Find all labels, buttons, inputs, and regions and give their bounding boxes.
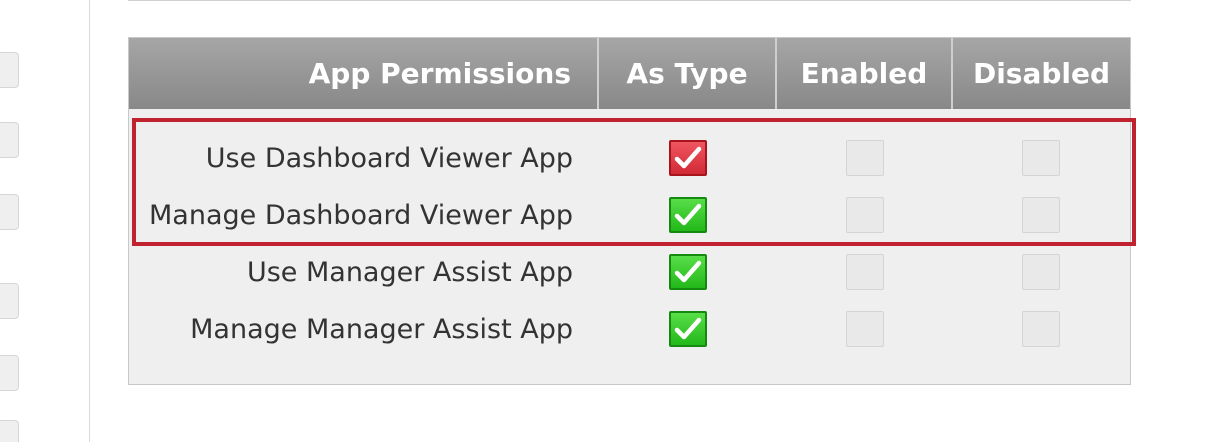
table-row: Use Dashboard Viewer App (129, 129, 1130, 187)
enabled-checkbox[interactable] (846, 311, 884, 347)
enabled-checkbox[interactable] (846, 197, 884, 233)
enabled-checkbox[interactable] (846, 254, 884, 290)
app-permissions-table: App Permissions As Type Enabled Disabled… (128, 37, 1131, 385)
disabled-checkbox[interactable] (1022, 197, 1060, 233)
permission-label: Use Dashboard Viewer App (205, 142, 573, 174)
as-type-checkbox[interactable] (669, 311, 707, 347)
disabled-checkbox[interactable] (1022, 254, 1060, 290)
as-type-checkbox[interactable] (669, 254, 707, 290)
enabled-checkbox[interactable] (846, 140, 884, 176)
disabled-checkbox[interactable] (1022, 311, 1060, 347)
table-row: Manage Manager Assist App (129, 300, 1130, 358)
left-panel-control[interactable] (0, 420, 19, 442)
left-panel (0, 0, 90, 442)
left-panel-control[interactable] (0, 283, 19, 319)
checkmark-icon (674, 146, 702, 169)
disabled-checkbox[interactable] (1022, 140, 1060, 176)
as-type-checkbox[interactable] (669, 197, 707, 233)
checkmark-icon (674, 260, 702, 283)
checkmark-icon (674, 317, 702, 340)
header-enabled[interactable]: Enabled (777, 38, 953, 109)
page: App Permissions As Type Enabled Disabled… (0, 0, 1206, 442)
left-panel-control[interactable] (0, 194, 19, 230)
as-type-checkbox[interactable] (669, 140, 707, 176)
left-panel-control[interactable] (0, 122, 19, 158)
left-panel-control[interactable] (0, 52, 19, 88)
header-app-permissions: App Permissions (129, 38, 599, 109)
permission-label: Use Manager Assist App (246, 256, 573, 288)
section-divider (128, 0, 1131, 1)
permission-label: Manage Manager Assist App (190, 313, 573, 345)
table-row: Manage Dashboard Viewer App (129, 186, 1130, 244)
table-header: App Permissions As Type Enabled Disabled (129, 38, 1130, 109)
left-panel-control[interactable] (0, 355, 19, 391)
header-as-type[interactable]: As Type (599, 38, 777, 109)
table-row: Use Manager Assist App (129, 243, 1130, 301)
permission-label: Manage Dashboard Viewer App (148, 199, 573, 231)
header-disabled[interactable]: Disabled (953, 38, 1130, 109)
checkmark-icon (674, 203, 702, 226)
